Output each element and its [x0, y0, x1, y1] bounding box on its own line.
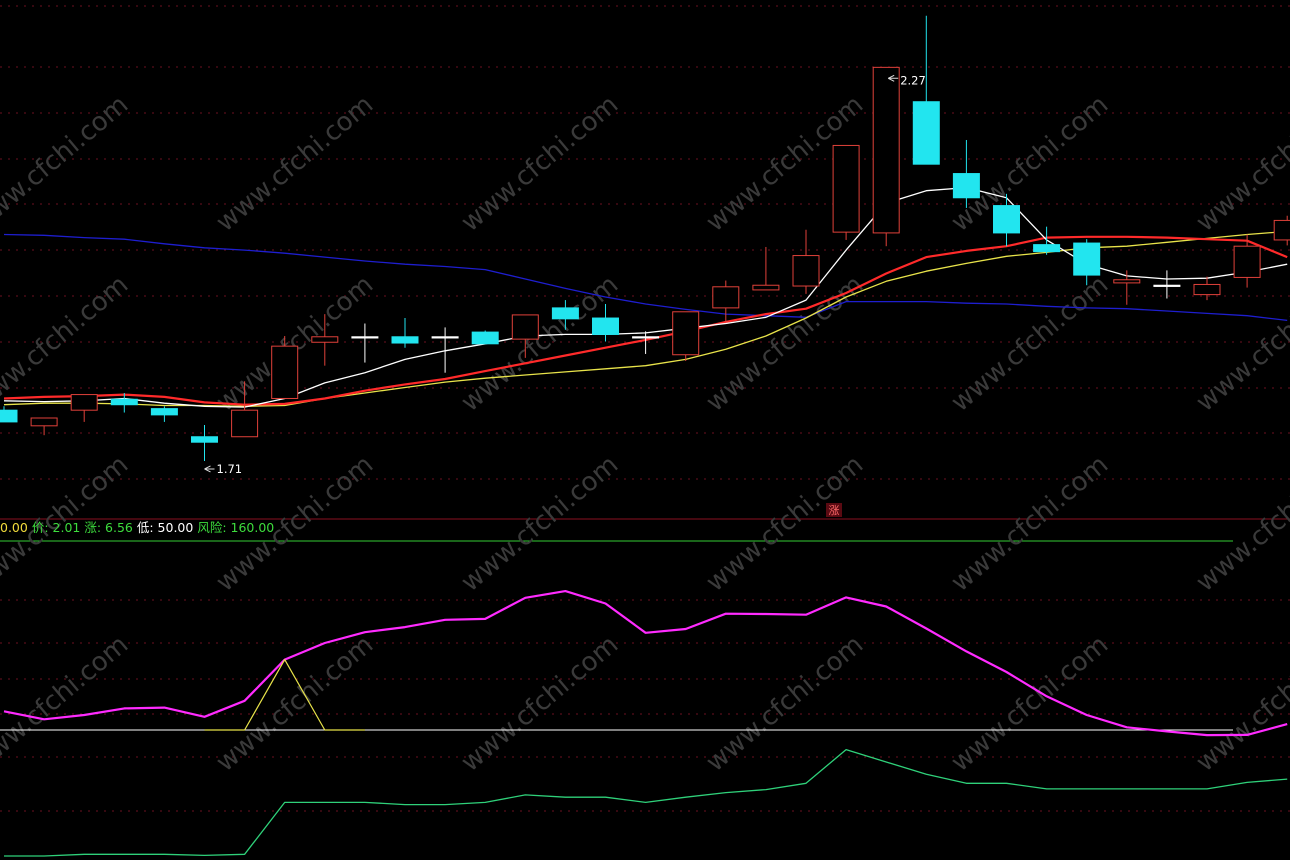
candle[interactable]: [431, 327, 459, 373]
candle-body: [231, 409, 259, 438]
candle-body: [391, 336, 419, 344]
candle-body: [672, 311, 700, 356]
candle[interactable]: [712, 280, 740, 322]
candle[interactable]: [150, 406, 178, 422]
candle-body: [1073, 242, 1101, 276]
candle[interactable]: [1233, 234, 1261, 288]
candle[interactable]: [872, 66, 900, 247]
watermark-text: www.cfchi.com: [456, 90, 625, 238]
candle-body: [311, 336, 339, 343]
watermark-text: www.cfchi.com: [1191, 450, 1290, 598]
candle[interactable]: [1113, 270, 1141, 305]
legend-item: 低:: [132, 520, 158, 535]
watermark-text: www.cfchi.com: [1191, 630, 1290, 778]
candle[interactable]: [191, 425, 218, 461]
candle[interactable]: [0, 406, 18, 423]
candle-body: [511, 314, 539, 340]
candle-body: [70, 394, 98, 411]
low-arrow: [204, 465, 215, 473]
watermark-text: www.cfchi.com: [946, 630, 1115, 778]
watermark-text: www.cfchi.com: [946, 450, 1115, 598]
watermark-text: www.cfchi.com: [701, 630, 870, 778]
candle-body: [1113, 279, 1141, 284]
candle-body: [30, 417, 58, 427]
candle-body: [1233, 245, 1261, 278]
indicator-panel[interactable]: [4, 748, 1288, 857]
legend-item: 2.01: [52, 520, 81, 535]
candle[interactable]: [752, 246, 780, 291]
candle[interactable]: [30, 417, 58, 436]
candle-body: [1033, 244, 1061, 253]
candle-body: [832, 144, 860, 233]
indicator-legend: 0.00 价: 2.01 涨: 6.56 低: 50.00 风险: 160.00: [0, 517, 274, 535]
candle-body: [752, 284, 780, 291]
legend-item: 0.00: [0, 520, 28, 535]
candle-body: [351, 336, 379, 339]
legend-item: 涨:: [80, 520, 106, 535]
stock-chart: www.cfchi.com www.cfchi.com www.cfchi.com w…: [0, 5, 1290, 857]
candle-body: [993, 205, 1020, 234]
legend-item: 50.00: [157, 520, 194, 535]
candle[interactable]: [832, 144, 860, 240]
high-price-label: 2.27: [900, 73, 926, 87]
legend-item: 价:: [27, 520, 53, 535]
candle[interactable]: [70, 394, 98, 422]
candle[interactable]: [672, 311, 700, 361]
low-price-label: 1.71: [217, 462, 243, 476]
watermark-text: www.cfchi.com: [456, 450, 625, 598]
watermark-text: www.cfchi.com: [1191, 90, 1290, 238]
price-panel[interactable]: 2.27 1.71 涨: [0, 15, 1290, 517]
legend-item: 6.56: [105, 520, 133, 535]
watermark-text: www.cfchi.com: [946, 90, 1115, 238]
candle[interactable]: [1153, 270, 1181, 299]
candle-body: [191, 436, 218, 443]
candle-body: [712, 286, 740, 309]
candle-body: [1153, 284, 1181, 287]
legend-item: 风险:: [193, 520, 231, 535]
candle[interactable]: [391, 318, 419, 348]
candle[interactable]: [1193, 276, 1221, 301]
candle-body: [1273, 219, 1290, 241]
watermark-text: www.cfchi.com: [946, 270, 1115, 418]
legend-item: 160.00: [230, 520, 275, 535]
watermark-text: www.cfchi.com: [456, 630, 625, 778]
candle-body: [271, 345, 299, 399]
candle[interactable]: [471, 330, 499, 345]
indicator-line-green: [4, 748, 1288, 857]
watermark-layer: www.cfchi.com www.cfchi.com www.cfchi.com w…: [0, 90, 1290, 778]
candle[interactable]: [792, 229, 820, 294]
watermark-text: www.cfchi.com: [0, 630, 134, 778]
candle-body: [592, 317, 619, 335]
candle-body: [792, 255, 820, 287]
candle-body: [110, 398, 138, 406]
up-marker-label: 涨: [829, 504, 840, 517]
candle-body: [912, 101, 940, 165]
candle-body: [431, 336, 459, 339]
candle-body: [551, 307, 579, 320]
watermark-text: www.cfchi.com: [701, 450, 870, 598]
candle-body: [1193, 283, 1221, 296]
watermark-text: www.cfchi.com: [0, 90, 134, 238]
candle[interactable]: [952, 139, 980, 208]
candle-body: [952, 173, 980, 199]
candle[interactable]: [1273, 215, 1290, 246]
candle-body: [872, 66, 900, 234]
candle-body: [471, 331, 499, 345]
candle[interactable]: [351, 323, 379, 363]
candle[interactable]: [912, 15, 940, 165]
candle-body: [0, 409, 18, 423]
candle-body: [150, 408, 178, 416]
candle-body: [632, 336, 660, 339]
watermark-text: www.cfchi.com: [211, 90, 380, 238]
